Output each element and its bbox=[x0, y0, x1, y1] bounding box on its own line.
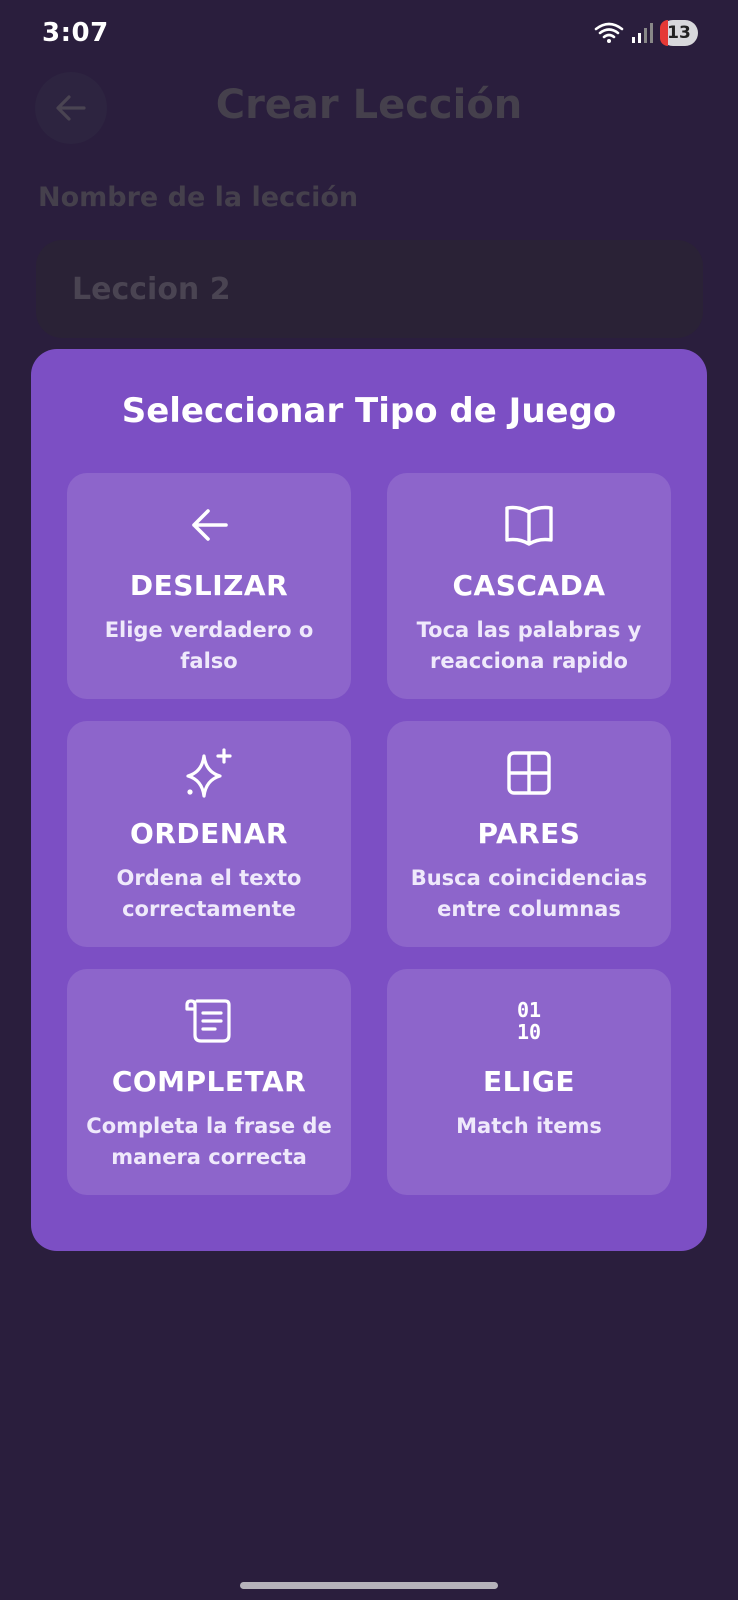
arrow-left-icon bbox=[179, 495, 239, 555]
option-title: COMPLETAR bbox=[111, 1065, 307, 1098]
game-option-completar[interactable]: COMPLETAR Completa la frase de manera co… bbox=[67, 969, 351, 1195]
binary-icon-line-2: 10 bbox=[516, 1020, 542, 1044]
option-title: ORDENAR bbox=[130, 817, 288, 850]
book-open-icon bbox=[499, 495, 559, 555]
option-title: DESLIZAR bbox=[129, 569, 289, 602]
binary-icon-line-1: 01 bbox=[516, 998, 542, 1022]
game-option-deslizar[interactable]: DESLIZAR Elige verdadero o falso bbox=[67, 473, 351, 699]
game-option-cascada[interactable]: CASCADA Toca las palabras y reacciona ra… bbox=[387, 473, 671, 699]
game-option-pares[interactable]: PARES Busca coincidencias entre columnas bbox=[387, 721, 671, 947]
option-description: Match items bbox=[456, 1114, 602, 1138]
option-title: PARES bbox=[477, 817, 581, 850]
game-option-ordenar[interactable]: ORDENAR Ordena el texto correctamente bbox=[67, 721, 351, 947]
sparkles-icon bbox=[179, 743, 239, 803]
home-indicator[interactable] bbox=[240, 1582, 498, 1589]
option-description: Elige verdadero o falso bbox=[104, 618, 314, 673]
lesson-name-input[interactable]: Leccion 2 bbox=[36, 240, 703, 338]
option-description: Completa la frase de manera correcta bbox=[86, 1114, 332, 1169]
lesson-name-label: Nombre de la lección bbox=[38, 182, 359, 213]
option-description: Ordena el texto correctamente bbox=[116, 866, 302, 921]
page-title: Crear Lección bbox=[215, 82, 523, 128]
modal-title: Seleccionar Tipo de Juego bbox=[121, 391, 617, 431]
option-description: Busca coincidencias entre columnas bbox=[410, 866, 648, 921]
game-option-elige[interactable]: 01 10 ELIGE Match items bbox=[387, 969, 671, 1195]
option-description: Toca las palabras y reacciona rapido bbox=[416, 618, 642, 673]
binary-icon: 01 10 bbox=[499, 991, 559, 1051]
option-title: ELIGE bbox=[483, 1065, 575, 1098]
option-title: CASCADA bbox=[452, 569, 606, 602]
game-type-modal: Seleccionar Tipo de Juego DESLIZAR Elige… bbox=[31, 349, 707, 1251]
scroll-icon bbox=[179, 991, 239, 1051]
grid-icon bbox=[499, 743, 559, 803]
